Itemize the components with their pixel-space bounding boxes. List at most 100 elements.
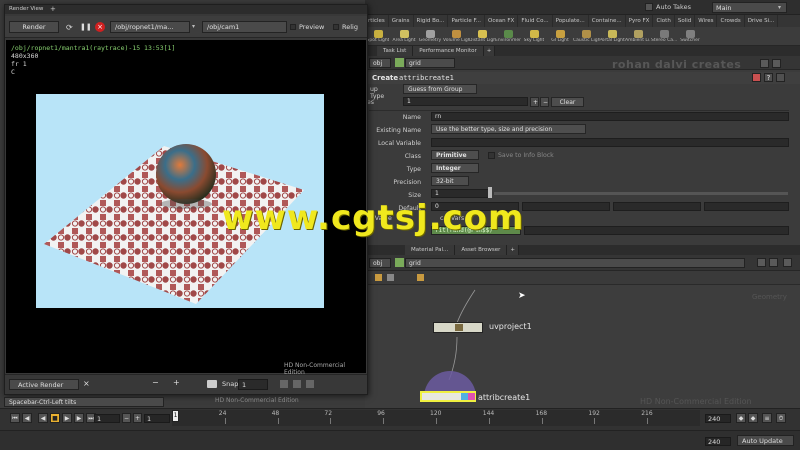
minus-icon[interactable]: − [152, 378, 159, 387]
chevron-down-icon[interactable]: ▾ [192, 23, 195, 30]
rop-path-field[interactable]: /obj/ropnet1/ma... [110, 21, 190, 33]
name-field[interactable]: rn [431, 112, 789, 121]
shelf-tab[interactable]: Solid [675, 15, 696, 27]
step-back-button[interactable]: ◀ [22, 413, 32, 423]
tab-performance-monitor[interactable]: Performance Monitor [413, 46, 484, 56]
stop-render-icon[interactable]: × [95, 22, 105, 32]
shelf-tool[interactable]: Sky Light [521, 27, 547, 46]
shelf-tool[interactable]: GI Light [547, 27, 573, 46]
size-slider-handle[interactable] [488, 187, 492, 198]
shelf-tab[interactable]: Cloth [653, 15, 675, 27]
shelf-tab[interactable]: Grains [389, 15, 414, 27]
camera-icon[interactable] [207, 380, 217, 388]
shelf-tab[interactable]: Crowds [717, 15, 745, 27]
shelf-tab[interactable]: Ocean FX [485, 15, 519, 27]
help-icon[interactable]: ? [764, 73, 773, 82]
start-frame-field[interactable]: 1 [144, 414, 170, 423]
shelf-tool[interactable]: Switcher [677, 27, 703, 46]
shelf-tool[interactable]: Spot Light [365, 27, 391, 46]
add-note-icon[interactable] [375, 274, 382, 281]
end-frame-field[interactable]: 240 [705, 414, 731, 423]
network-path-obj[interactable]: obj [369, 258, 391, 268]
desktop-select[interactable]: Main [712, 2, 787, 13]
value-field-2[interactable] [524, 226, 789, 235]
info-icon[interactable] [776, 73, 785, 82]
compare-icon[interactable] [280, 380, 288, 388]
display-flag[interactable] [461, 393, 468, 400]
link-icon[interactable] [772, 59, 781, 68]
swap-icon[interactable] [306, 380, 314, 388]
snap-field[interactable]: 1 [238, 379, 268, 390]
shelf-tab[interactable]: Fluid Co... [518, 15, 553, 27]
realtime-icon[interactable]: ⏱ [776, 413, 786, 423]
refresh-icon[interactable]: ⟳ [66, 23, 73, 32]
shelf-tab[interactable]: Drive Si... [745, 15, 779, 27]
network-view-options[interactable] [665, 274, 785, 281]
play-button[interactable]: ▶ [62, 413, 72, 423]
add-tab-icon[interactable]: + [50, 5, 56, 13]
default-field-2[interactable] [522, 202, 610, 211]
path-grid[interactable]: grid [405, 58, 455, 68]
size-field[interactable]: 1 [431, 189, 489, 198]
current-frame-marker[interactable]: 1 [172, 410, 179, 422]
shelf-tool[interactable]: Distant Light [469, 27, 495, 46]
shelf-tool[interactable]: Portal Light [599, 27, 625, 46]
frame-increment[interactable]: + [133, 413, 142, 423]
path-obj[interactable]: obj [369, 58, 391, 68]
plus-icon[interactable]: + [173, 378, 180, 387]
shelf-tab[interactable]: rticles [365, 15, 389, 27]
stop-button[interactable]: ■ [50, 413, 60, 423]
frame-decrement[interactable]: − [122, 413, 131, 423]
shelf-tab[interactable]: Containe... [589, 15, 626, 27]
tab-material-palette[interactable]: Material Pal... [405, 245, 456, 255]
gear-icon[interactable] [752, 73, 761, 82]
save-info-checkbox[interactable] [488, 152, 495, 159]
help-icon[interactable] [783, 258, 792, 267]
split-icon[interactable] [293, 380, 301, 388]
camera-path-field[interactable]: /obj/cam1 [202, 21, 287, 33]
tab-task-list[interactable]: Task List [377, 46, 414, 56]
group-type-menu[interactable]: Guess from Group [403, 84, 477, 94]
add-tab-icon[interactable]: + [507, 245, 519, 255]
pause-icon[interactable]: ❚❚ [80, 23, 92, 31]
existing-name-menu[interactable]: Use the better type, size and precision [431, 124, 586, 134]
relight-checkbox[interactable] [333, 24, 339, 30]
active-render-menu[interactable]: Active Render [9, 379, 79, 390]
shelf-tool[interactable]: Stereo Ca... [651, 27, 677, 46]
template-flag[interactable] [468, 393, 475, 400]
class-menu[interactable]: Primitive [431, 150, 479, 160]
num-attributes-field[interactable]: 1 [403, 97, 528, 106]
shelf-tab[interactable]: Populate... [553, 15, 589, 27]
default-field-3[interactable] [613, 202, 701, 211]
type-menu[interactable]: Integer [431, 163, 479, 173]
default-field-4[interactable] [704, 202, 789, 211]
playback-options-icon[interactable]: ≡ [762, 413, 772, 423]
play-reverse-button[interactable]: ◀ [38, 413, 48, 423]
local-variable-field[interactable] [431, 138, 789, 147]
shelf-tool[interactable]: Area Light [391, 27, 417, 46]
add-tab-icon[interactable]: + [483, 46, 496, 56]
shelf-tool[interactable]: Environment [495, 27, 521, 46]
pin-icon[interactable] [757, 258, 766, 267]
close-icon[interactable]: × [83, 379, 90, 388]
preview-checkbox[interactable] [290, 24, 296, 30]
add-attribute-button[interactable]: + [530, 97, 539, 107]
shelf-tool[interactable]: Volume Light [443, 27, 469, 46]
auto-update-menu[interactable]: Auto Update [737, 435, 794, 446]
key-channel-icon[interactable]: ◆ [748, 413, 758, 423]
view-icon[interactable] [387, 274, 394, 281]
clear-button[interactable]: Clear [551, 97, 584, 107]
remove-attribute-button[interactable]: − [540, 97, 549, 107]
sticky-note-icon[interactable] [417, 274, 424, 281]
end-frame-field-2[interactable]: 240 [705, 437, 731, 446]
tab-asset-browser[interactable]: Asset Browser [455, 245, 508, 255]
search-icon[interactable] [769, 258, 778, 267]
size-slider[interactable] [494, 192, 788, 195]
shelf-tab[interactable]: Rigid Bo... [414, 15, 449, 27]
key-icon[interactable]: ◆ [736, 413, 746, 423]
shelf-tab[interactable]: Wires [695, 15, 718, 27]
go-to-start-button[interactable]: ⏮ [10, 413, 20, 423]
frame-field[interactable]: 1 [94, 414, 120, 423]
render-button[interactable]: Render [9, 21, 59, 33]
shelf-tool[interactable]: Ambient Li... [625, 27, 651, 46]
